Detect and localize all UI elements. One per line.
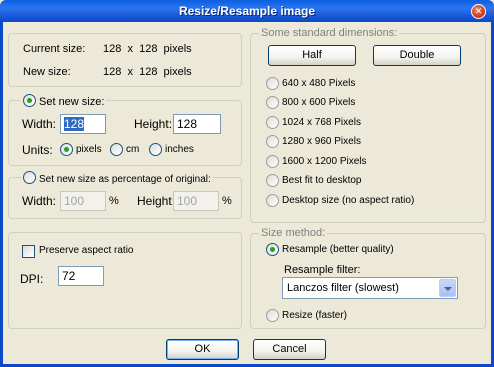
width-value: 128: [64, 117, 85, 131]
size-method-legend: Size method:: [259, 227, 328, 240]
percent-height-label: Height:: [137, 194, 176, 208]
std-radio-640[interactable]: [266, 77, 279, 90]
ok-button[interactable]: OK: [166, 339, 239, 360]
percent-radio[interactable]: [23, 171, 36, 184]
percent-legend: Set new size as percentage of original:: [21, 171, 213, 186]
height-input[interactable]: 128: [173, 114, 221, 134]
new-size-value: 128 x 128 pixels: [103, 66, 192, 78]
title-bar: Resize/Resample image ✕: [0, 0, 494, 22]
resample-label: Resample (better quality): [282, 244, 394, 255]
resize-label: Resize (faster): [282, 310, 348, 321]
close-button[interactable]: ✕: [471, 4, 486, 19]
percent-width-value: 100: [64, 194, 85, 208]
resample-filter-select[interactable]: Lanczos filter (slowest): [282, 277, 458, 299]
unit-pixels-label: pixels: [76, 144, 102, 155]
chevron-down-icon[interactable]: [439, 279, 456, 297]
std-label-best-fit: Best fit to desktop: [282, 175, 362, 186]
std-radio-1280[interactable]: [266, 135, 279, 148]
std-label-640: 640 x 480 Pixels: [282, 78, 356, 89]
dpi-value: 72: [62, 269, 76, 283]
dpi-label: DPI:: [20, 272, 44, 286]
width-input[interactable]: 128: [60, 114, 106, 134]
unit-inches-label: inches: [165, 144, 194, 155]
cancel-button[interactable]: Cancel: [253, 339, 326, 360]
percent-legend-label: Set new size as percentage of original:: [39, 174, 211, 185]
current-size-label: Current size:: [23, 43, 86, 55]
std-label-1600: 1600 x 1200 Pixels: [282, 156, 367, 167]
percent-height-sign: %: [222, 195, 232, 207]
aspect-group: Preserve aspect ratio DPI:: [8, 232, 242, 329]
new-size-legend: Set new size:: [21, 94, 107, 109]
std-radio-1600[interactable]: [266, 155, 279, 168]
preserve-aspect-checkbox[interactable]: [22, 245, 35, 258]
resample-filter-value: Lanczos filter (slowest): [287, 282, 399, 294]
preserve-aspect-label: Preserve aspect ratio: [39, 245, 134, 256]
unit-pixels-radio[interactable]: [60, 143, 73, 156]
percent-width-input[interactable]: 100: [60, 191, 106, 211]
percent-width-sign: %: [109, 195, 119, 207]
percent-width-label: Width:: [22, 194, 57, 208]
dpi-input[interactable]: 72: [58, 266, 104, 286]
size-info-group: Current size: 128 x 128 pixels New size:…: [8, 33, 242, 87]
new-size-label: New size:: [23, 66, 71, 78]
standard-dims-legend: Some standard dimensions:: [259, 27, 400, 40]
std-radio-1024[interactable]: [266, 116, 279, 129]
width-label: Width:: [22, 117, 57, 131]
resample-radio[interactable]: [266, 243, 279, 256]
half-button[interactable]: Half: [268, 45, 356, 66]
unit-cm-label: cm: [126, 144, 140, 155]
percent-height-input[interactable]: 100: [173, 191, 219, 211]
double-button[interactable]: Double: [373, 45, 461, 66]
height-label: Height:: [134, 117, 173, 131]
close-icon: ✕: [474, 6, 483, 16]
std-label-1024: 1024 x 768 Pixels: [282, 117, 361, 128]
resample-filter-label: Resample filter:: [284, 264, 361, 276]
std-radio-800[interactable]: [266, 96, 279, 109]
unit-cm-radio[interactable]: [110, 143, 123, 156]
std-label-1280: 1280 x 960 Pixels: [282, 136, 361, 147]
std-label-desktop: Desktop size (no aspect ratio): [282, 195, 415, 206]
percent-height-value: 100: [177, 194, 198, 208]
current-size-value: 128 x 128 pixels: [103, 43, 192, 55]
window-title: Resize/Resample image: [178, 4, 316, 18]
new-size-legend-label: Set new size:: [39, 96, 105, 108]
resize-radio[interactable]: [266, 309, 279, 322]
units-label: Units:: [22, 143, 53, 157]
std-radio-desktop[interactable]: [266, 194, 279, 207]
std-radio-best-fit[interactable]: [266, 174, 279, 187]
unit-inches-radio[interactable]: [149, 143, 162, 156]
std-label-800: 800 x 600 Pixels: [282, 97, 356, 108]
new-size-radio[interactable]: [23, 94, 36, 107]
height-value: 128: [177, 117, 198, 131]
